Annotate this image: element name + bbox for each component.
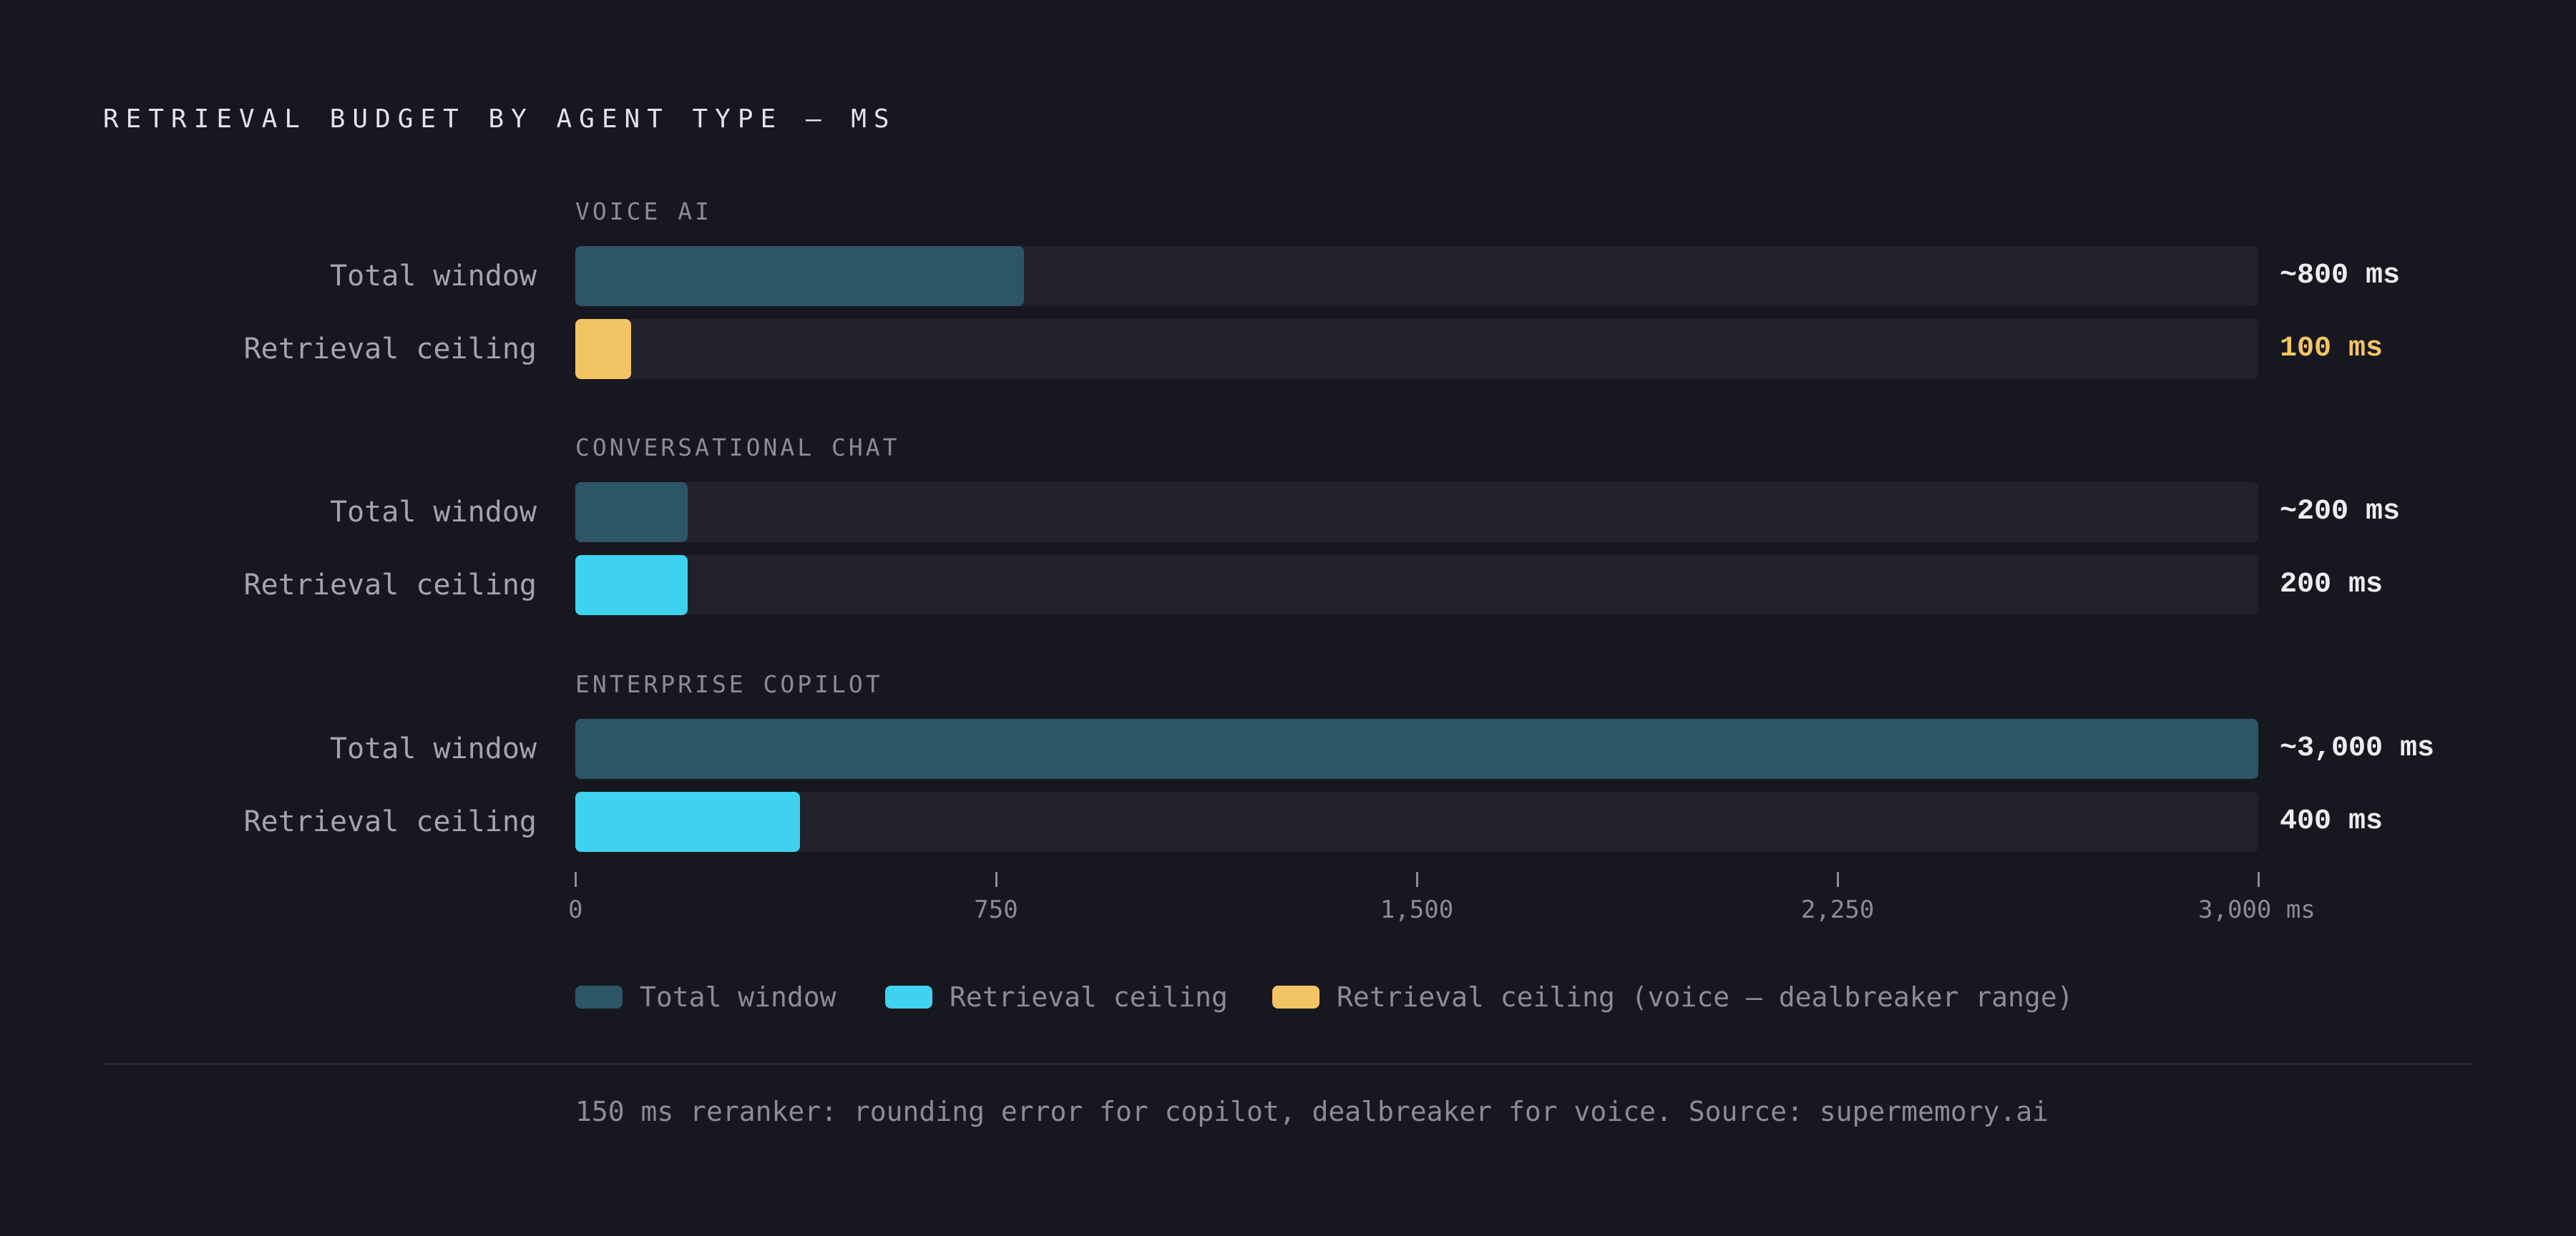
bar-track <box>575 482 2258 542</box>
x-tick <box>1837 872 1839 887</box>
group-label: ENTERPRISE COPILOT <box>575 670 883 698</box>
legend-item: Retrieval ceiling (voice — dealbreaker r… <box>1272 981 2074 1013</box>
value-label: 100 ms <box>2280 333 2384 365</box>
row-label: Retrieval ceiling <box>243 333 537 366</box>
bar-total-window <box>575 246 1025 306</box>
row-label: Retrieval ceiling <box>243 805 537 838</box>
value-label: 400 ms <box>2280 805 2384 838</box>
bar-retrieval-ceiling <box>575 555 688 615</box>
x-tick <box>2258 872 2260 887</box>
row-label: Total window <box>330 496 537 529</box>
x-tick-label: 750 <box>974 896 1018 924</box>
row-label: Total window <box>330 732 537 765</box>
legend-swatch <box>575 986 623 1009</box>
x-tick-label: 3,000 ms <box>2198 896 2316 924</box>
value-label: ~200 ms <box>2280 496 2401 528</box>
group-label: CONVERSATIONAL CHAT <box>575 433 900 461</box>
bar-track <box>575 792 2258 852</box>
row-label: Total window <box>330 260 537 293</box>
divider <box>103 1063 2473 1065</box>
value-label: ~800 ms <box>2280 260 2401 292</box>
x-tick <box>995 872 997 887</box>
legend-swatch <box>1272 986 1319 1009</box>
row-label: Retrieval ceiling <box>243 569 537 602</box>
legend-item: Retrieval ceiling <box>885 981 1228 1013</box>
bar-total-window <box>575 482 688 542</box>
x-tick <box>1416 872 1418 887</box>
x-tick-label: 2,250 <box>1800 896 1875 924</box>
legend-label: Retrieval ceiling <box>950 981 1228 1013</box>
bar-track <box>575 319 2258 379</box>
chart-title: RETRIEVAL BUDGET BY AGENT TYPE — MS <box>103 104 897 134</box>
bar-total-window <box>575 719 2258 779</box>
bar-retrieval-ceiling <box>575 792 800 852</box>
x-tick-label: 0 <box>568 896 583 924</box>
legend-item: Total window <box>575 981 836 1013</box>
legend-swatch <box>885 986 932 1009</box>
legend-label: Retrieval ceiling (voice — dealbreaker r… <box>1337 981 2074 1013</box>
footnote: 150 ms reranker: rounding error for copi… <box>575 1096 2049 1127</box>
legend-label: Total window <box>640 981 836 1013</box>
value-label: 200 ms <box>2280 569 2384 601</box>
group-label: VOICE AI <box>575 197 712 225</box>
bar-track <box>575 555 2258 615</box>
x-tick <box>575 872 577 887</box>
x-tick-label: 1,500 <box>1380 896 1454 924</box>
value-label: ~3,000 ms <box>2280 732 2435 765</box>
bar-retrieval-ceiling-voice <box>575 319 632 379</box>
